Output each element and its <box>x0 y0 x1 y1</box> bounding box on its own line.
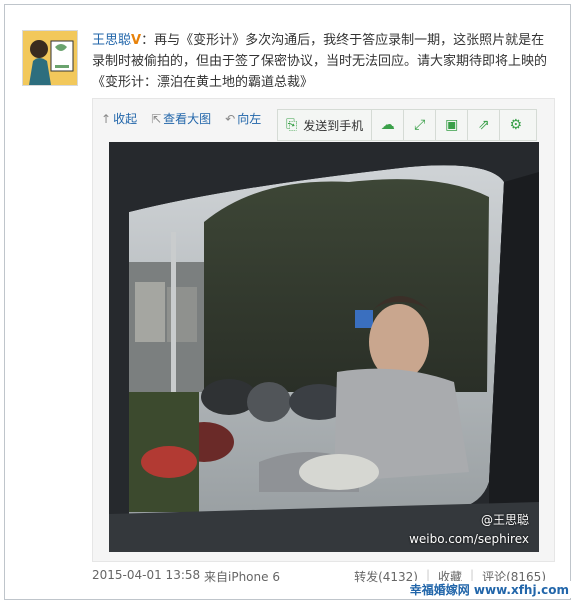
colon: ： <box>141 33 155 48</box>
arrow-up-icon: ↑ <box>101 111 112 126</box>
collapse-label: 收起 <box>113 111 138 126</box>
view-large-label: 查看大图 <box>163 111 212 126</box>
avatar[interactable] <box>22 30 78 86</box>
rotate-left-label: 向左 <box>237 111 262 126</box>
post-time[interactable]: 2015-04-01 13:58 <box>92 568 200 582</box>
post-text: 王思聪V：再与《变形计》多次沟通后，我终于答应录制一期，这张照片就是在录制时被偷… <box>92 30 554 93</box>
floating-toolbar: ⎘ 发送到手机 ☁ ⤢ ▣ ⇗ ⚙ <box>277 109 537 141</box>
save-icon[interactable]: ▣ <box>436 110 469 140</box>
view-large-button[interactable]: ⇱ 查看大图 <box>151 110 211 127</box>
collapse-button[interactable]: ↑ 收起 <box>101 110 137 127</box>
post-photo[interactable]: @王思聪 weibo.com/sephirex <box>109 142 539 552</box>
media-container: ↑ 收起 ⇱ 查看大图 ↶ 向左 ⎘ 发送到手机 ☁ ⤢ ▣ ⇗ ⚙ @王思聪 … <box>92 98 555 562</box>
cloud-icon[interactable]: ☁ <box>372 110 405 140</box>
rotate-left-icon: ↶ <box>225 111 236 126</box>
send-to-phone-label: 发送到手机 <box>303 118 364 133</box>
author-name[interactable]: 王思聪 <box>92 33 131 48</box>
photo-watermark-user: @王思聪 <box>480 513 529 527</box>
expand-icon[interactable]: ⤢ <box>404 110 437 140</box>
external-link-icon: ⇱ <box>151 111 162 126</box>
send-to-phone-button[interactable]: ⎘ 发送到手机 <box>278 110 373 140</box>
verified-badge-icon: V <box>131 33 142 48</box>
settings-icon[interactable]: ⚙ <box>500 110 531 140</box>
phone-send-icon: ⎘ <box>286 117 298 133</box>
post-source[interactable]: 来自iPhone 6 <box>204 568 280 585</box>
post-body: 再与《变形计》多次沟通后，我终于答应录制一期，这张照片就是在录制时被偷拍的，但由… <box>92 33 548 90</box>
share-icon[interactable]: ⇗ <box>468 110 501 140</box>
rotate-left-button[interactable]: ↶ 向左 <box>225 110 261 127</box>
site-watermark: 幸福婚嫁网 www.xfhj.com <box>407 581 571 598</box>
media-tools: ↑ 收起 ⇱ 查看大图 ↶ 向左 <box>101 105 261 131</box>
photo-watermark-url: weibo.com/sephirex <box>409 532 529 546</box>
